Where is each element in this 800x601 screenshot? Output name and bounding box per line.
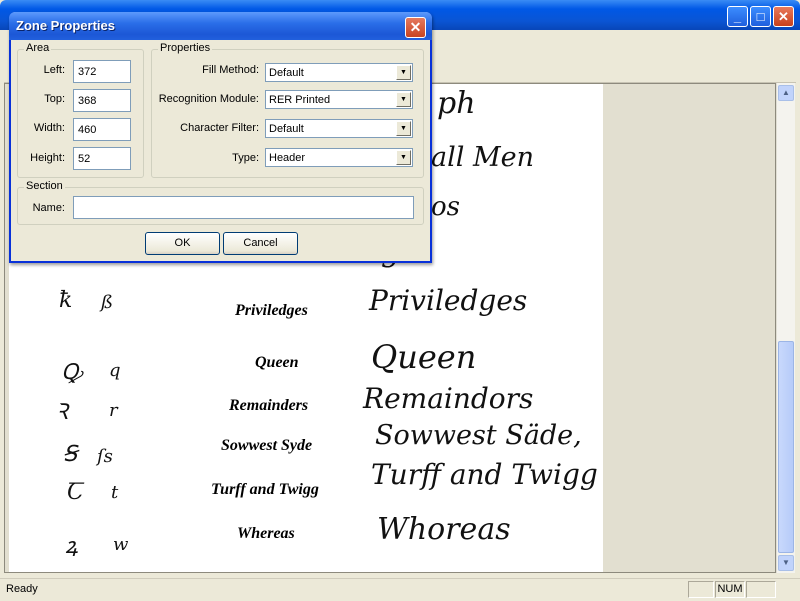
fill-method-select[interactable]: Default ▼ xyxy=(265,63,413,82)
glyph-a: Ꝙ xyxy=(61,360,83,385)
status-pane-empty xyxy=(746,581,776,598)
chevron-down-icon[interactable]: ▼ xyxy=(396,65,411,80)
character-filter-value: Default xyxy=(269,123,304,135)
minimize-button[interactable]: _ xyxy=(727,6,748,27)
top-input[interactable] xyxy=(73,89,131,112)
ok-button[interactable]: OK xyxy=(145,232,220,255)
handwritten-word: Priviledges xyxy=(369,284,528,317)
character-filter-label: Character Filter: xyxy=(180,122,259,134)
handwritten-word: Remaindors xyxy=(363,382,534,415)
scroll-down-arrow-icon[interactable]: ▼ xyxy=(778,555,794,571)
chevron-down-icon[interactable]: ▼ xyxy=(396,92,411,107)
glyph-a: Ꞇ xyxy=(67,480,84,505)
glyph-b: ſs xyxy=(97,446,113,467)
handwritten-word: Sowwest Säde, xyxy=(375,420,582,451)
handwritten-word: Turff and Twigg xyxy=(371,458,598,491)
left-label: Left: xyxy=(43,64,65,76)
handwriting-fragment: all Men xyxy=(431,142,534,173)
fill-method-value: Default xyxy=(269,67,304,79)
handwriting-fragment: os xyxy=(431,192,460,222)
vertical-scrollbar[interactable]: ▲ ▼ xyxy=(776,83,795,573)
glyph-b: w xyxy=(113,534,129,555)
type-label: Type: xyxy=(232,152,259,164)
printed-word: Turff and Twigg xyxy=(211,481,319,498)
chevron-down-icon[interactable]: ▼ xyxy=(396,150,411,165)
status-bar: Ready NUM xyxy=(0,578,800,601)
close-button[interactable]: ✕ xyxy=(773,6,794,27)
left-input[interactable] xyxy=(73,60,131,83)
status-pane-empty xyxy=(688,581,714,598)
height-label: Height: xyxy=(30,152,65,164)
printed-word: Queen xyxy=(255,354,299,371)
scroll-up-arrow-icon[interactable]: ▲ xyxy=(778,85,794,101)
area-legend: Area xyxy=(24,42,52,54)
dialog-title-bar[interactable]: Zone Properties ✕ xyxy=(9,12,432,40)
recognition-module-value: RER Printed xyxy=(269,94,331,106)
printed-word: Sowwest Syde xyxy=(221,437,313,454)
scrollbar-thumb[interactable] xyxy=(778,341,794,553)
width-input[interactable] xyxy=(73,118,131,141)
glyph-a: Ꞩ xyxy=(63,442,77,467)
glyph-a: ꝝ xyxy=(65,534,78,559)
character-filter-select[interactable]: Default ▼ xyxy=(265,119,413,138)
properties-legend: Properties xyxy=(158,42,213,54)
section-name-input[interactable] xyxy=(73,196,414,219)
dialog-close-button[interactable]: ✕ xyxy=(405,17,426,38)
printed-word: Remainders xyxy=(229,397,309,414)
handwritten-word: Queen xyxy=(371,338,477,376)
maximize-button[interactable]: □ xyxy=(750,6,771,27)
printed-word: Priviledges xyxy=(235,302,308,319)
section-legend: Section xyxy=(24,180,65,192)
glyph-b: ß xyxy=(101,292,114,313)
cancel-button[interactable]: Cancel xyxy=(223,232,298,255)
width-label: Width: xyxy=(33,122,65,134)
chevron-down-icon[interactable]: ▼ xyxy=(396,121,411,136)
handwritten-word: Whoreas xyxy=(377,512,511,547)
handwriting-fragment: ph xyxy=(437,86,476,121)
glyph-a: ꝁ xyxy=(59,288,73,313)
zone-properties-dialog: Zone Properties ✕ Area Left: Top: Width:… xyxy=(9,12,432,263)
glyph-b: r xyxy=(109,400,118,421)
status-pane-num: NUM xyxy=(715,581,745,598)
glyph-b: q xyxy=(109,360,121,381)
printed-word: Whereas xyxy=(237,525,295,542)
glyph-b: t xyxy=(111,482,119,503)
name-label: Name: xyxy=(32,202,65,214)
glyph-a: Ꝛ xyxy=(55,400,68,425)
height-input[interactable] xyxy=(73,147,131,170)
fill-method-label: Fill Method: xyxy=(202,64,259,76)
type-value: Header xyxy=(269,152,306,164)
type-select[interactable]: Header ▼ xyxy=(265,148,413,167)
status-text: Ready xyxy=(6,583,38,595)
top-label: Top: xyxy=(44,93,65,105)
recognition-module-select[interactable]: RER Printed ▼ xyxy=(265,90,413,109)
dialog-title: Zone Properties xyxy=(16,18,115,33)
recognition-module-label: Recognition Module: xyxy=(158,93,259,105)
